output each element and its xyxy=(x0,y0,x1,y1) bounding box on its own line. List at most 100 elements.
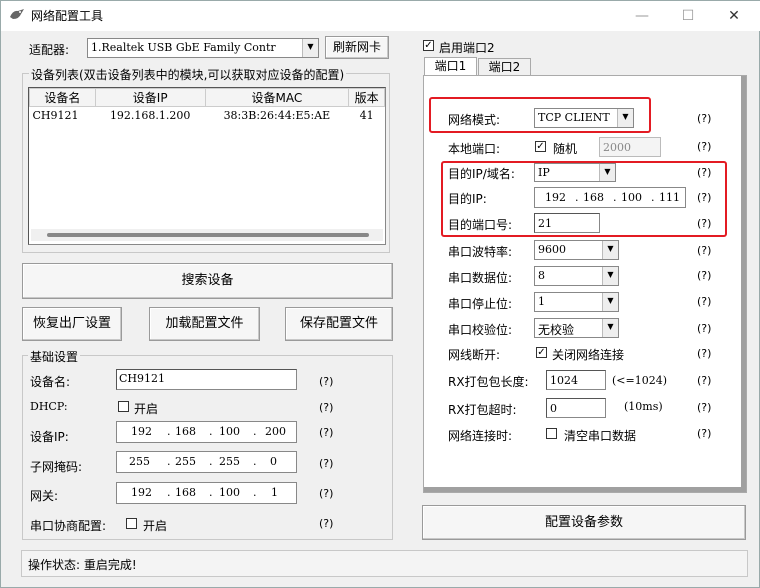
rx-timeout-label: RX打包超时: xyxy=(448,403,517,417)
parity-label: 串口校验位: xyxy=(448,323,513,337)
adapter-label: 适配器: xyxy=(29,43,70,57)
baud-rate-value: 9600 xyxy=(538,243,566,256)
minimize-icon[interactable]: — xyxy=(619,3,665,29)
baud-rate-label: 串口波特率: xyxy=(448,245,513,259)
help-icon[interactable]: (?) xyxy=(697,269,711,282)
help-icon[interactable]: (?) xyxy=(319,426,333,439)
ip-octet: 192 xyxy=(131,486,152,499)
horizontal-scrollbar[interactable] xyxy=(31,229,383,241)
chevron-down-icon: ▼ xyxy=(602,267,618,285)
enable-port2-checkbox[interactable]: ✓ xyxy=(423,40,434,51)
app-window: 网络配置工具 — ☐ ✕ 适配器: 1.Realtek USB GbE Fami… xyxy=(0,0,760,588)
serial-negotiate-checkbox[interactable] xyxy=(126,518,137,529)
help-icon[interactable]: (?) xyxy=(319,517,333,530)
device-name-input[interactable]: CH9121 xyxy=(116,369,297,390)
help-icon[interactable]: (?) xyxy=(697,347,711,360)
parity-select[interactable]: 无校验 ▼ xyxy=(534,318,619,338)
help-icon[interactable]: (?) xyxy=(697,217,711,230)
rx-length-hint: (<=1024) xyxy=(612,374,668,387)
ip-octet: 111 xyxy=(659,191,680,204)
net-mode-select[interactable]: TCP CLIENT ▼ xyxy=(534,108,634,128)
stop-bits-select[interactable]: 1 ▼ xyxy=(534,292,619,312)
ip-octet: 100 xyxy=(621,191,642,204)
ip-octet: 100 xyxy=(219,425,240,438)
target-type-label: 目的IP/域名: xyxy=(448,167,515,181)
target-port-label: 目的端口号: xyxy=(448,218,513,232)
maximize-icon[interactable]: ☐ xyxy=(665,3,711,29)
help-icon[interactable]: (?) xyxy=(319,457,333,470)
close-connection-label: 关闭网络连接 xyxy=(552,348,625,362)
dhcp-label: DHCP: xyxy=(30,400,68,413)
table-cell: 38:3B:26:44:E5:AE xyxy=(223,108,331,122)
help-icon[interactable]: (?) xyxy=(697,295,711,308)
help-icon[interactable]: (?) xyxy=(697,244,711,257)
target-ip-input[interactable]: 192. 168. 100. 111 xyxy=(534,187,686,208)
help-icon[interactable]: (?) xyxy=(697,322,711,335)
help-icon[interactable]: (?) xyxy=(319,487,333,500)
column-header[interactable]: 设备名 xyxy=(29,88,96,107)
help-icon[interactable]: (?) xyxy=(697,374,711,387)
save-config-button[interactable]: 保存配置文件 xyxy=(285,307,393,341)
adapter-select[interactable]: 1.Realtek USB GbE Family Contr ▼ xyxy=(87,38,319,58)
table-row[interactable]: CH9121 192.168.1.200 38:3B:26:44:E5:AE 4… xyxy=(30,107,385,124)
clear-serial-checkbox[interactable] xyxy=(546,428,557,439)
clear-serial-label: 清空串口数据 xyxy=(564,429,637,443)
configure-device-button[interactable]: 配置设备参数 xyxy=(422,505,746,540)
rx-length-input[interactable]: 1024 xyxy=(546,370,606,390)
close-icon[interactable]: ✕ xyxy=(711,3,757,29)
random-port-checkbox[interactable]: ✓ xyxy=(535,141,546,152)
disconnect-label: 网线断开: xyxy=(448,348,501,362)
help-icon[interactable]: (?) xyxy=(697,112,711,125)
refresh-adapter-button[interactable]: 刷新网卡 xyxy=(325,36,389,59)
ip-octet: 192 xyxy=(545,191,566,204)
device-list[interactable]: 设备名 设备IP 设备MAC 版本 CH9121 192.168.1.200 3… xyxy=(28,87,386,245)
ip-octet: 168 xyxy=(175,486,196,499)
close-connection-checkbox[interactable]: ✓ xyxy=(536,347,547,358)
panel-edge xyxy=(424,487,746,492)
target-type-select[interactable]: IP ▼ xyxy=(534,163,616,182)
ip-octet: 255 xyxy=(219,455,240,468)
gateway-input[interactable]: 192. 168. 100. 1 xyxy=(116,482,297,504)
ip-octet: 255 xyxy=(129,455,150,468)
data-bits-select[interactable]: 8 ▼ xyxy=(534,266,619,286)
local-port-input[interactable]: 2000 xyxy=(599,137,661,157)
device-ip-input[interactable]: 192. 168. 100. 200 xyxy=(116,421,297,443)
load-config-button[interactable]: 加载配置文件 xyxy=(149,307,260,341)
target-port-input[interactable]: 21 xyxy=(534,213,600,233)
device-name-label: 设备名: xyxy=(30,375,71,389)
help-icon[interactable]: (?) xyxy=(319,375,333,388)
column-header[interactable]: 设备IP xyxy=(94,88,206,107)
help-icon[interactable]: (?) xyxy=(697,166,711,179)
rx-timeout-input[interactable]: 0 xyxy=(546,398,606,418)
title-bar: 网络配置工具 — ☐ ✕ xyxy=(1,1,760,31)
subnet-mask-input[interactable]: 255. 255. 255. 0 xyxy=(116,451,297,473)
ip-octet: 100 xyxy=(219,486,240,499)
parity-value: 无校验 xyxy=(538,323,575,337)
help-icon[interactable]: (?) xyxy=(319,401,333,414)
dhcp-checkbox[interactable] xyxy=(118,401,129,412)
gateway-label: 网关: xyxy=(30,489,59,503)
baud-rate-select[interactable]: 9600 ▼ xyxy=(534,240,619,260)
device-list-header: 设备名 设备IP 设备MAC 版本 xyxy=(29,88,385,107)
help-icon[interactable]: (?) xyxy=(697,427,711,440)
adapter-value: 1.Realtek USB GbE Family Contr xyxy=(91,41,276,54)
help-icon[interactable]: (?) xyxy=(697,401,711,414)
chevron-down-icon: ▼ xyxy=(617,109,633,127)
serial-negotiate-checkbox-label: 开启 xyxy=(143,519,168,533)
scrollbar-thumb[interactable] xyxy=(47,233,369,237)
factory-reset-button[interactable]: 恢复出厂设置 xyxy=(22,307,122,341)
net-mode-label: 网络模式: xyxy=(448,113,501,127)
random-port-label: 随机 xyxy=(553,142,578,156)
chevron-down-icon: ▼ xyxy=(602,241,618,259)
table-cell: 41 xyxy=(359,108,374,122)
tab-port1[interactable]: 端口1 xyxy=(424,57,477,76)
help-icon[interactable]: (?) xyxy=(697,191,711,204)
serial-negotiate-label: 串口协商配置: xyxy=(30,519,107,533)
search-device-button[interactable]: 搜索设备 xyxy=(22,263,393,299)
column-header[interactable]: 设备MAC xyxy=(204,88,350,107)
rx-timeout-unit: (10ms) xyxy=(624,400,663,413)
app-icon xyxy=(10,9,24,19)
help-icon[interactable]: (?) xyxy=(697,140,711,153)
column-header[interactable]: 版本 xyxy=(348,88,385,107)
tab-port2[interactable]: 端口2 xyxy=(478,58,531,75)
